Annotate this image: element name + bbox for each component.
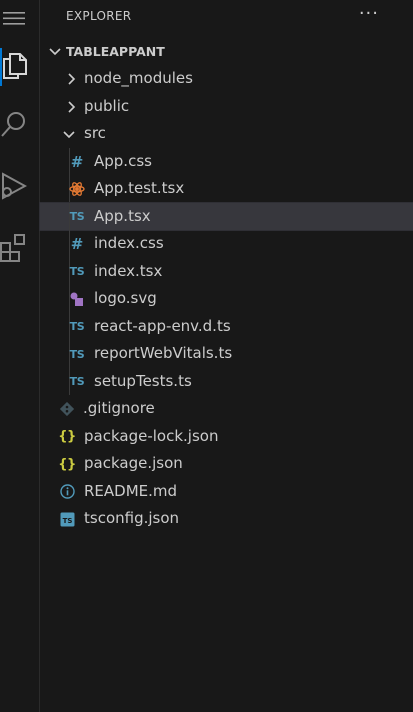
- tree-item-label: README.md: [84, 481, 178, 500]
- tree-item-label: App.tsx: [94, 206, 151, 225]
- more-actions-button[interactable]: ···: [359, 5, 379, 23]
- files-icon[interactable]: [0, 50, 28, 82]
- info-icon: [58, 484, 76, 500]
- tree-item-label: index.css: [94, 234, 164, 252]
- json-file-icon: {}: [58, 429, 76, 444]
- svg-text:TS: TS: [62, 517, 72, 525]
- workspace-title: TABLEAPPANT: [66, 44, 165, 59]
- typescript-file-icon: TS: [69, 265, 85, 278]
- tree-item-label: App.css: [94, 151, 152, 170]
- tree-item-label: setupTests.ts: [94, 371, 192, 390]
- tree-item-gitignore[interactable]: .gitignore: [40, 395, 413, 423]
- tree-item-label: .gitignore: [83, 399, 155, 417]
- tree-item-label: reportWebVitals.ts: [94, 344, 233, 362]
- css-file-icon: #: [70, 152, 84, 171]
- tree-item-node-modules[interactable]: node_modules: [40, 65, 413, 93]
- tree-item-readme[interactable]: README.md: [40, 478, 413, 506]
- workspace-section-header[interactable]: TABLEAPPANT: [40, 38, 413, 64]
- typescript-file-icon: TS: [69, 375, 85, 388]
- tree-item-label: index.tsx: [94, 261, 163, 280]
- tree-item-package-json[interactable]: {} package.json: [40, 450, 413, 478]
- tree-item-label: package-lock.json: [84, 426, 219, 445]
- react-test-file-icon: [68, 181, 86, 197]
- tree-item-label: App.test.tsx: [94, 179, 185, 197]
- explorer-sidebar: EXPLORER ··· TABLEAPPANT node_modules pu…: [39, 0, 413, 712]
- tree-item-app-css[interactable]: # App.css: [40, 147, 413, 175]
- tree-item-app-tsx[interactable]: TS App.tsx: [39, 201, 413, 231]
- tree-item-label: public: [84, 96, 130, 115]
- tree-item-label: src: [84, 124, 106, 142]
- chevron-down-icon: [49, 48, 61, 56]
- chevron-right-icon: [68, 100, 76, 113]
- tree-item-logo-svg[interactable]: logo.svg: [40, 285, 413, 313]
- typescript-file-icon: TS: [69, 210, 85, 223]
- vscode-window: EXPLORER ··· TABLEAPPANT node_modules pu…: [0, 0, 413, 712]
- tree-item-tsconfig[interactable]: TS tsconfig.json: [40, 505, 413, 533]
- explorer-title: EXPLORER: [66, 9, 132, 23]
- typescript-file-icon: TS: [69, 320, 85, 333]
- tree-item-app-test-tsx[interactable]: App.test.tsx: [40, 175, 413, 203]
- git-file-icon: [58, 401, 76, 417]
- menu-icon[interactable]: [0, 2, 28, 34]
- run-debug-icon[interactable]: [0, 170, 28, 202]
- explorer-header: EXPLORER ···: [40, 0, 413, 34]
- tree-item-public[interactable]: public: [40, 93, 413, 121]
- file-tree: node_modules public src # App.css App.te…: [39, 65, 413, 533]
- tree-item-label: package.json: [84, 454, 183, 472]
- tsconfig-file-icon: TS: [58, 511, 76, 527]
- activity-bar: [0, 0, 40, 712]
- chevron-down-icon: [63, 131, 75, 139]
- search-icon[interactable]: [0, 109, 28, 141]
- tree-item-report-web-vitals[interactable]: TS reportWebVitals.ts: [40, 340, 413, 368]
- tree-item-label: react-app-env.d.ts: [94, 316, 231, 335]
- tree-item-package-lock[interactable]: {} package-lock.json: [40, 423, 413, 451]
- tree-item-setup-tests[interactable]: TS setupTests.ts: [40, 367, 413, 395]
- tree-item-index-tsx[interactable]: TS index.tsx: [40, 257, 413, 285]
- tree-item-label: tsconfig.json: [84, 509, 180, 527]
- css-file-icon: #: [70, 235, 84, 253]
- svg-file-icon: [68, 291, 86, 307]
- chevron-right-icon: [68, 73, 76, 85]
- tree-item-react-app-env[interactable]: TS react-app-env.d.ts: [40, 312, 413, 340]
- tree-item-src[interactable]: src: [40, 120, 413, 148]
- extensions-icon[interactable]: [0, 230, 28, 262]
- tree-item-index-css[interactable]: # index.css: [40, 230, 413, 258]
- tree-item-label: node_modules: [84, 69, 193, 87]
- typescript-file-icon: TS: [69, 347, 85, 361]
- json-file-icon: {}: [58, 456, 76, 472]
- tree-item-label: logo.svg: [94, 289, 157, 307]
